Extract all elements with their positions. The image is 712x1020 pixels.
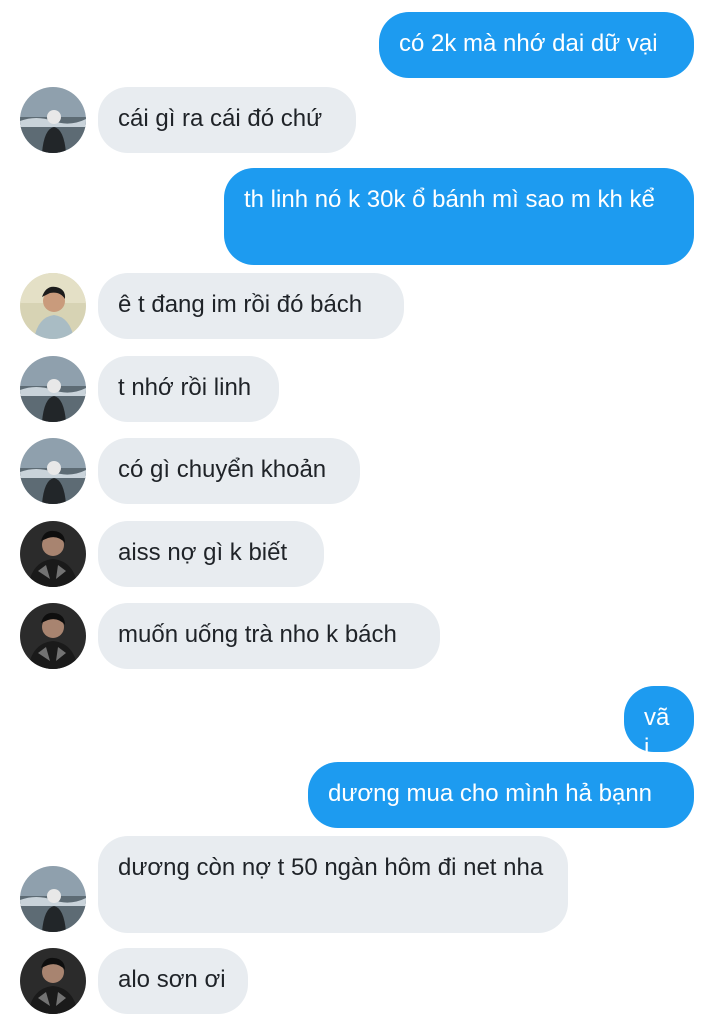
outgoing-message[interactable]: có 2k mà nhớ dai dữ vại: [379, 12, 694, 78]
incoming-message[interactable]: aiss nợ gì k biết: [98, 521, 324, 587]
incoming-message[interactable]: dương còn nợ t 50 ngàn hôm đi net nha: [98, 836, 568, 933]
sea-photo-avatar[interactable]: [20, 356, 86, 422]
outgoing-message[interactable]: dương mua cho mình hả bạnn: [308, 762, 694, 828]
sea-photo-avatar[interactable]: [20, 438, 86, 504]
incoming-message[interactable]: cái gì ra cái đó chứ: [98, 87, 356, 153]
incoming-message[interactable]: muốn uống trà nho k bách: [98, 603, 440, 669]
outgoing-message[interactable]: vãi: [624, 686, 694, 761]
incoming-message[interactable]: ê t đang im rồi đó bách: [98, 273, 404, 339]
sea-photo-avatar[interactable]: [20, 866, 86, 932]
dark-jacket-avatar[interactable]: [20, 603, 86, 669]
incoming-message[interactable]: có gì chuyển khoản: [98, 438, 360, 504]
portrait-avatar[interactable]: [20, 273, 86, 339]
incoming-message[interactable]: t nhớ rồi linh: [98, 356, 279, 422]
outgoing-message[interactable]: th linh nó k 30k ổ bánh mì sao m kh kể: [224, 168, 694, 265]
incoming-message[interactable]: alo sơn ơi: [98, 948, 248, 1014]
dark-jacket-avatar[interactable]: [20, 948, 86, 1014]
sea-photo-avatar[interactable]: [20, 87, 86, 153]
dark-jacket-avatar[interactable]: [20, 521, 86, 587]
